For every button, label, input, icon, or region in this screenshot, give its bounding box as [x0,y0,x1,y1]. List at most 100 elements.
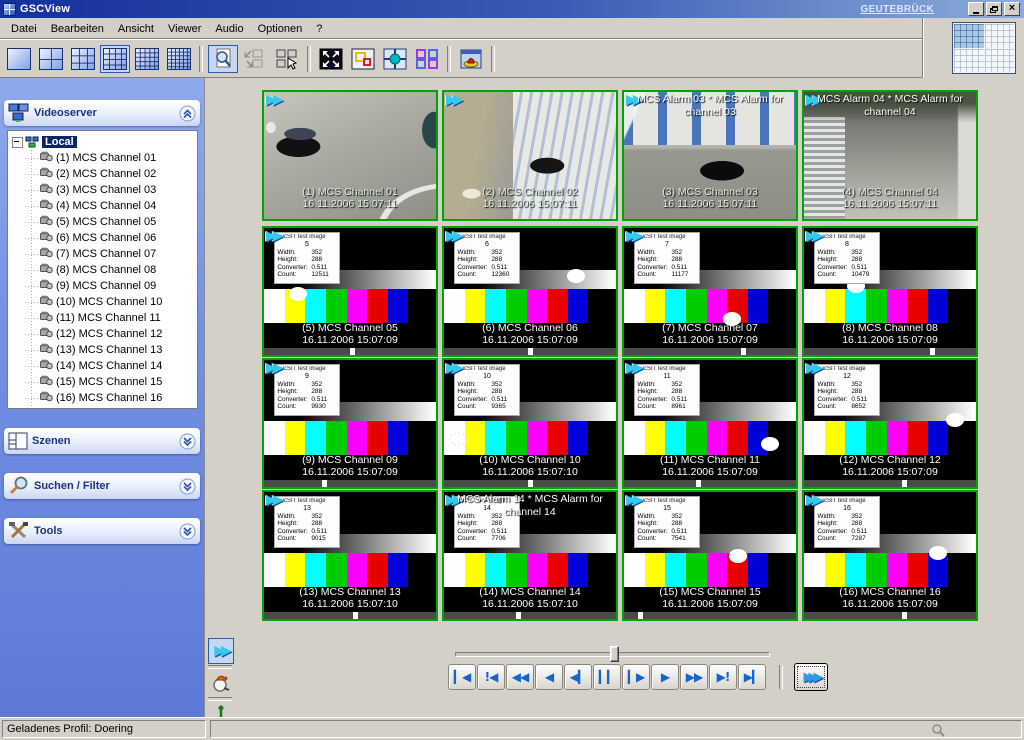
tree-item-channel-2[interactable]: (2) MCS Channel 02 [22,166,197,182]
layout-2x2-button[interactable] [36,45,66,73]
playback-mode-button[interactable]: ▶▶ [208,638,234,664]
fullscreen-icon [319,48,343,70]
video-tile-5[interactable]: LucSIT test image5Width:352Height:288Con… [262,226,438,357]
tree-item-channel-9[interactable]: (9) MCS Channel 09 [22,278,197,294]
sidebar-panel-szenen[interactable]: Szenen [4,428,200,454]
layout-1x1-button[interactable] [4,45,34,73]
video-tile-7[interactable]: LucSIT test image7Width:352Height:288Con… [622,226,798,357]
menu-item-optionen[interactable]: Optionen [251,21,310,37]
alarm-monitor-button[interactable] [456,45,486,73]
tree-connector [25,206,39,207]
expand-chevron-icon[interactable] [179,433,196,450]
expand-chevron-icon[interactable] [179,478,196,495]
tree-connector [25,174,39,175]
close-button[interactable]: × [1004,2,1020,16]
collapse-chevron-icon[interactable] [179,105,196,122]
video-tile-15[interactable]: LucSIT test image15Width:352Height:288Co… [622,490,798,621]
video-tile-14[interactable]: LucSIT test image14Width:352Height:288Co… [442,490,618,621]
layout-6x6-button[interactable] [164,45,194,73]
info-row: Count:7541 [637,535,696,543]
tree-item-channel-15[interactable]: (15) MCS Channel 15 [22,374,197,390]
layout-preview-thumbnail[interactable] [952,22,1016,74]
play-backward-button[interactable]: ◀ [535,664,563,690]
video-tile-4[interactable]: (4) MCS Channel 0416.11.2006 15:07:11▶▶M… [802,90,978,221]
minimize-button[interactable] [968,2,984,16]
live-button[interactable]: ▶▶▶ [794,663,828,691]
multi-view-button[interactable] [412,45,442,73]
video-tile-12[interactable]: LucSIT test image12Width:352Height:288Co… [802,358,978,489]
play-button[interactable]: ▶ [651,664,679,690]
toolbar-separator [491,46,495,72]
tree-item-channel-8[interactable]: (8) MCS Channel 08 [22,262,197,278]
info-row: Width:352 [277,381,336,389]
sidebar-panel-suchen-filter[interactable]: Suchen / Filter [4,473,200,499]
tree-item-channel-3[interactable]: (3) MCS Channel 03 [22,182,197,198]
step-forward-button[interactable]: ▎▶ [622,664,650,690]
menu-item-bearbeiten[interactable]: Bearbeiten [44,21,111,37]
zoom-mode-button[interactable] [208,45,238,73]
previous-alarm-button[interactable]: !◀ [477,664,505,690]
tree-item-channel-10[interactable]: (10) MCS Channel 10 [22,294,197,310]
video-tile-16[interactable]: LucSIT test image16Width:352Height:288Co… [802,490,978,621]
video-tile-6[interactable]: LucSIT test image6Width:352Height:288Con… [442,226,618,357]
tree-item-channel-7[interactable]: (7) MCS Channel 07 [22,246,197,262]
minimize-icon [973,12,979,14]
tree-root-label[interactable]: Local [42,136,77,148]
info-label: Width: [637,513,671,521]
slider-handle[interactable] [610,646,619,662]
layout-3x3-button[interactable] [68,45,98,73]
camera-grid-button[interactable] [380,45,410,73]
camera-icon [40,343,53,357]
video-tile-8[interactable]: LucSIT test image8Width:352Height:288Con… [802,226,978,357]
tree-expander-icon[interactable] [12,137,23,148]
menu-item-ansicht[interactable]: Ansicht [111,21,161,37]
tree-item-channel-12[interactable]: (12) MCS Channel 12 [22,326,197,342]
step-backward-button[interactable]: ◀▎ [564,664,592,690]
info-label: Width: [817,381,851,389]
video-tile-3[interactable]: (3) MCS Channel 0316.11.2006 15:07:11▶▶M… [622,90,798,221]
alarm-mode-button[interactable] [208,670,234,696]
next-alarm-button[interactable]: ▶! [709,664,737,690]
colorbar [285,421,306,455]
layout-4x4-button[interactable] [100,45,130,73]
layout-5x5-button[interactable] [132,45,162,73]
select-windows-button[interactable] [272,45,302,73]
menu-item-audio[interactable]: Audio [208,21,250,37]
colorbar [686,553,707,587]
tree-item-channel-16[interactable]: (16) MCS Channel 16 [22,390,197,406]
menu-item-help[interactable]: ? [309,21,329,37]
video-tile-9[interactable]: LucSIT test image9Width:352Height:288Con… [262,358,438,489]
restore-button[interactable] [986,2,1002,16]
scene-editor-button[interactable] [348,45,378,73]
tree-root-local[interactable]: Local [8,134,197,150]
tree-item-channel-5[interactable]: (5) MCS Channel 05 [22,214,197,230]
info-row: Height:288 [277,256,336,264]
video-tile-11[interactable]: LucSIT test image11Width:352Height:288Co… [622,358,798,489]
fast-forward-button[interactable]: ▶▶ [680,664,708,690]
video-tile-13[interactable]: LucSIT test image13Width:352Height:288Co… [262,490,438,621]
sidebar-panel-videoserver[interactable]: Videoserver [4,100,200,126]
testpattern-info-box: LucSIT test image6Width:352Height:288Con… [454,232,519,284]
video-tile-1[interactable]: (1) MCS Channel 0116.11.2006 15:07:11▶▶ [262,90,438,221]
expand-chevron-icon[interactable] [179,523,196,540]
tree-item-channel-6[interactable]: (6) MCS Channel 06 [22,230,197,246]
sidebar-panel-tools[interactable]: Tools [4,518,200,544]
pause-button[interactable]: ▎▎ [593,664,621,690]
camera-icon [40,279,53,293]
skip-start-button[interactable]: ▎◀ [448,664,476,690]
fast-rewind-button[interactable]: ◀◀ [506,664,534,690]
tree-item-channel-1[interactable]: (1) MCS Channel 01 [22,150,197,166]
menu-item-datei[interactable]: Datei [4,21,44,37]
menu-item-viewer[interactable]: Viewer [161,21,208,37]
info-row: Converter:0.511 [817,264,876,272]
tree-item-channel-14[interactable]: (14) MCS Channel 14 [22,358,197,374]
fullscreen-button[interactable] [316,45,346,73]
video-tile-10[interactable]: LucSIT test image10Width:352Height:288Co… [442,358,618,489]
tree-item-channel-4[interactable]: (4) MCS Channel 04 [22,198,197,214]
timeline-slider[interactable] [455,645,770,661]
tree-item-channel-13[interactable]: (13) MCS Channel 13 [22,342,197,358]
brand-link[interactable]: GEUTEBRÜCK [860,4,934,15]
skip-end-button[interactable]: ▶▎ [738,664,766,690]
tree-item-channel-11[interactable]: (11) MCS Channel 11 [22,310,197,326]
video-tile-2[interactable]: (2) MCS Channel 0216.11.2006 15:07:11▶▶ [442,90,618,221]
